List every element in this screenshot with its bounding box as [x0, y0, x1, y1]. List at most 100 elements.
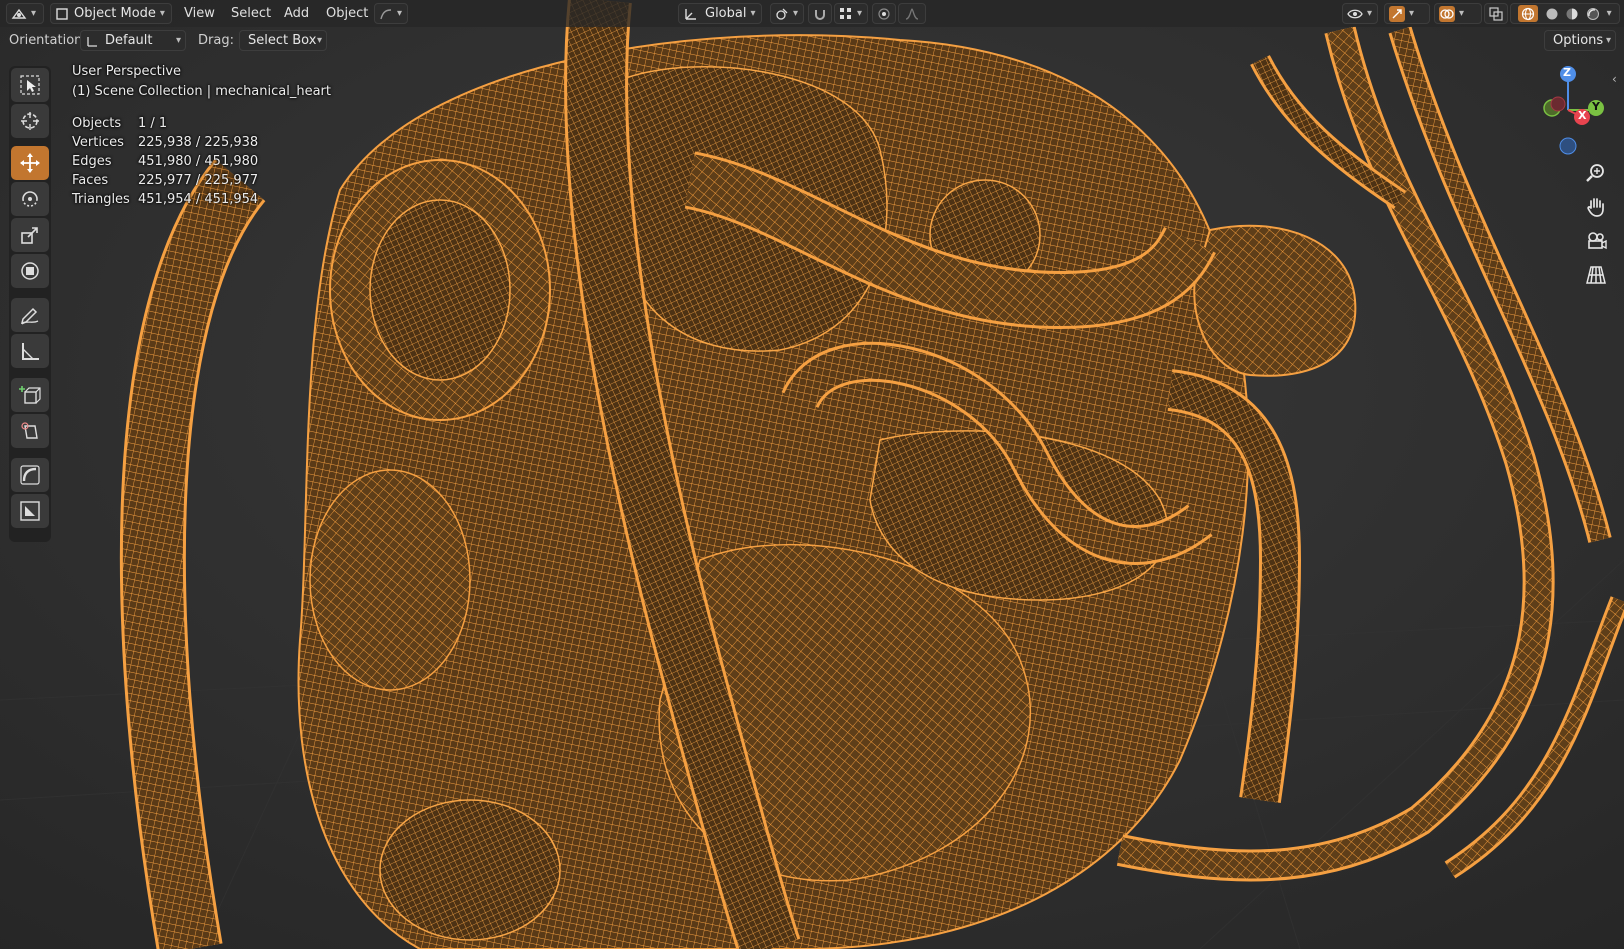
stat-label: Edges [72, 154, 112, 169]
chevron-down-icon: ▾ [750, 8, 756, 19]
xray-toggle[interactable] [1484, 3, 1508, 24]
cursor-arrow-icon [19, 74, 41, 96]
transform-orientation-label: Global [705, 6, 747, 21]
menu-add[interactable]: Add [284, 4, 309, 23]
measure-tool[interactable] [11, 334, 49, 368]
shading-mode-group: ▾ [1510, 3, 1620, 24]
sidebar-toggle-chevron-icon[interactable]: ‹ [1612, 72, 1617, 86]
wireframe-shading-icon[interactable] [1518, 5, 1539, 22]
overlays-icon [1439, 5, 1455, 22]
chevron-down-icon: ▾ [1367, 8, 1373, 19]
curve-tool[interactable] [11, 458, 49, 492]
curve-stroke-icon [379, 7, 393, 21]
scale-tool[interactable] [11, 218, 49, 252]
viewport-header: ▾ Object Mode ▾ View Select Add Object ▾… [0, 0, 1624, 27]
viewport-editor-icon [11, 7, 27, 21]
rotate-tool[interactable] [11, 182, 49, 216]
chevron-down-icon: ▾ [159, 8, 165, 19]
chevron-down-icon: ▾ [175, 35, 181, 46]
zoom-button[interactable] [1580, 158, 1612, 188]
drag-dropdown[interactable]: Select Box ▾ [239, 30, 327, 51]
editor-type-dropdown[interactable]: ▾ [6, 3, 44, 24]
stat-value: 451,954 / 451,954 [138, 192, 259, 207]
gizmo-y-label: Y [1592, 100, 1600, 113]
stat-value: 451,980 / 451,980 [138, 154, 259, 169]
pan-button[interactable] [1580, 192, 1612, 222]
select-box-tool[interactable] [11, 68, 49, 102]
rendered-shading-icon[interactable] [1586, 7, 1600, 21]
camera-view-button[interactable] [1580, 226, 1612, 256]
shear-tool[interactable] [11, 414, 49, 448]
camera-icon [1585, 230, 1607, 252]
transform-tool[interactable] [11, 254, 49, 288]
ruler-icon [19, 340, 41, 362]
menu-select[interactable]: Select [231, 4, 271, 23]
stat-value: 225,938 / 225,938 [138, 135, 259, 150]
gizmo-x-label: X [1578, 109, 1587, 122]
orientation-label: Orientation: [9, 33, 87, 48]
pivot-icon [775, 7, 789, 21]
hand-pan-icon [1585, 196, 1607, 218]
move-arrows-icon [19, 152, 41, 174]
xray-icon [1489, 6, 1503, 21]
mode-label: Object Mode [74, 6, 156, 21]
pivot-point-dropdown[interactable]: ▾ [770, 3, 804, 24]
falloff-curve-icon [905, 7, 919, 21]
tool-shelf [9, 66, 51, 542]
orientation-axis-icon [85, 34, 99, 48]
transform-icon [19, 260, 41, 282]
chevron-down-icon: ▾ [1459, 8, 1465, 19]
chevron-down-icon: ▾ [397, 8, 403, 19]
visibility-dropdown[interactable]: ▾ [1342, 3, 1378, 24]
proportional-edit-toggle[interactable] [872, 3, 896, 24]
scale-icon [19, 224, 41, 246]
perspective-toggle-button[interactable] [1580, 260, 1612, 290]
object-mode-icon [55, 7, 69, 21]
stat-value: 225,977 / 225,977 [138, 173, 259, 188]
move-tool[interactable] [11, 146, 49, 180]
drag-value: Select Box [248, 33, 317, 48]
chevron-down-icon: ▾ [1409, 8, 1415, 19]
mode-dropdown[interactable]: Object Mode ▾ [50, 3, 172, 24]
stat-label: Vertices [72, 135, 124, 150]
magnifier-zoom-icon [1585, 162, 1607, 184]
menu-view[interactable]: View [184, 4, 215, 23]
grid-perspective-icon [1585, 264, 1607, 286]
orientation-dropdown[interactable]: Default ▾ [80, 30, 186, 51]
material-shading-icon[interactable] [1565, 7, 1579, 21]
proportional-edit-icon [877, 7, 891, 21]
options-dropdown[interactable]: Options ▾ [1544, 30, 1616, 51]
snap-target-dropdown[interactable]: ▾ [834, 3, 868, 24]
stat-value: 1 / 1 [138, 116, 168, 131]
chevron-down-icon: ▾ [857, 8, 863, 19]
cursor-tool[interactable] [11, 104, 49, 138]
gizmo-toggle[interactable]: ▾ [1384, 3, 1430, 24]
gizmo-icon [1389, 5, 1405, 22]
chevron-down-icon: ▾ [31, 8, 37, 19]
add-cube-tool[interactable] [11, 378, 49, 412]
stat-label: Triangles [72, 192, 130, 207]
snap-toggle[interactable] [808, 3, 832, 24]
chevron-down-icon[interactable]: ▾ [1607, 8, 1612, 19]
chevron-down-icon: ▾ [316, 35, 322, 46]
falloff-dropdown[interactable] [898, 3, 926, 24]
transform-orientation-dropdown[interactable]: Global ▾ [678, 3, 762, 24]
annotate-tool[interactable] [11, 298, 49, 332]
menu-object[interactable]: Object [326, 4, 368, 23]
solid-shading-icon[interactable] [1545, 7, 1559, 21]
stat-label: Objects [72, 116, 122, 131]
drag-label: Drag: [198, 33, 234, 48]
pencil-icon [19, 304, 41, 326]
rotate-icon [19, 188, 41, 210]
magnet-icon [813, 7, 827, 21]
add-cube-icon [19, 384, 41, 406]
chevron-down-icon: ▾ [1605, 35, 1611, 46]
gpencil-dropdown[interactable]: ▾ [374, 3, 408, 24]
orientation-value: Default [105, 33, 153, 48]
bounds-tool[interactable] [11, 494, 49, 528]
eye-icon [1347, 7, 1363, 21]
view-name: User Perspective [72, 64, 182, 79]
overlays-toggle[interactable]: ▾ [1434, 3, 1482, 24]
curve-icon [19, 464, 41, 486]
navigation-gizmo[interactable]: Z Y X [1518, 62, 1614, 162]
